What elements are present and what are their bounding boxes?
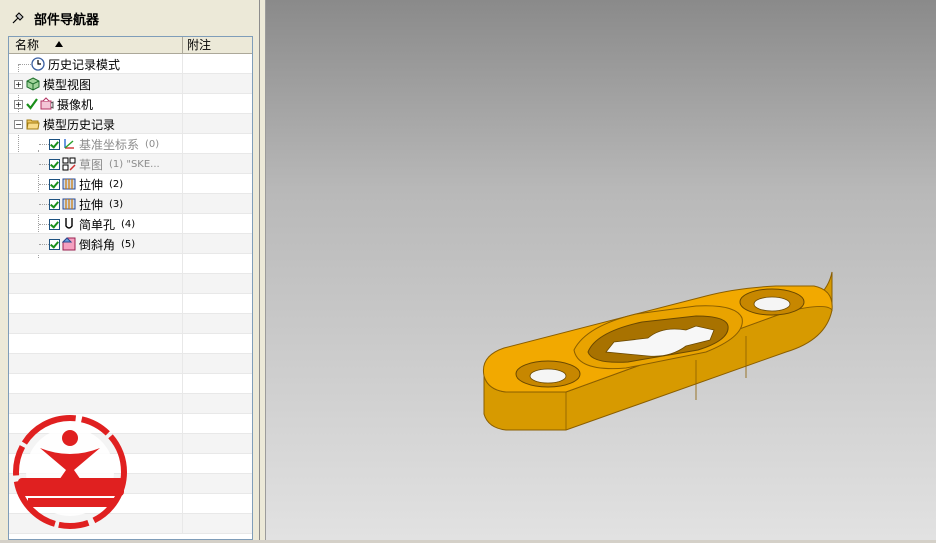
tree-row-cameras[interactable]: + 摄像机 [9,94,252,114]
item-number: (2) [109,178,124,190]
collapse-icon[interactable]: − [14,119,23,129]
item-label: 拉伸 [79,177,104,192]
item-label: 拉伸 [79,197,104,212]
visibility-checkbox[interactable] [49,178,60,190]
folder-open-icon [26,119,40,130]
expand-icon[interactable]: + [14,79,23,89]
item-number: (1) "SKE... [109,158,160,170]
visibility-checkbox[interactable] [49,138,60,150]
item-label: 摄像机 [57,97,94,112]
column-header-name[interactable]: 名称 [9,37,183,53]
empty-row [9,354,252,374]
empty-row [9,334,252,354]
empty-row [9,294,252,314]
tree-row-chamfer[interactable]: 倒斜角 (5) [9,234,252,254]
item-label: 模型历史记录 [43,117,116,132]
model-view-icon [26,77,40,91]
item-label: 简单孔 [79,217,116,232]
empty-row [9,254,252,274]
tree-row-extrude-2[interactable]: 拉伸 (2) [9,174,252,194]
column-header-note[interactable]: 附注 [183,37,252,53]
empty-row [9,314,252,334]
tree-row-model-views[interactable]: + 模型视图 [9,74,252,94]
ugsnx-logo [13,415,127,529]
navigator-title: 部件导航器 [34,12,100,28]
empty-row [9,274,252,294]
tree-row-extrude-3[interactable]: 拉伸 (3) [9,194,252,214]
chamfer-icon [62,237,76,251]
item-label: 历史记录模式 [48,57,121,72]
empty-row [9,374,252,394]
item-number: (3) [109,198,124,210]
hole-icon [65,218,73,229]
tree-row-datum-csys[interactable]: 基准坐标系 (0) [9,134,252,154]
tree-row-model-history[interactable]: − 模型历史记录 [9,114,252,134]
tree-row-history-mode[interactable]: 历史记录模式 [9,54,252,74]
item-label: 模型视图 [43,77,92,92]
pin-icon[interactable] [12,12,24,24]
graphics-viewport[interactable] [266,0,936,540]
visibility-checkbox[interactable] [49,218,60,230]
camera-icon [40,97,54,110]
item-label: 草图 [79,157,104,172]
visibility-checkbox[interactable] [49,238,60,250]
sketch-icon [62,157,76,171]
tree-header: 名称 附注 [9,37,252,54]
expand-icon[interactable]: + [14,99,23,109]
navigator-title-bar: 部件导航器 [0,0,258,36]
visibility-checkbox[interactable] [49,158,60,170]
sort-ascending-icon [55,41,63,47]
empty-row [9,394,252,414]
item-label: 基准坐标系 [79,137,140,152]
datum-csys-icon [64,139,74,149]
tree-row-sketch[interactable]: 草图 (1) "SKE... [9,154,252,174]
item-number: (0) [145,138,160,150]
clock-icon [31,57,45,71]
extrude-icon [62,178,76,190]
part-model-view[interactable] [266,0,936,540]
item-number: (5) [121,238,136,250]
tree-row-simple-hole[interactable]: 简单孔 (4) [9,214,252,234]
extrude-icon [62,198,76,210]
item-number: (4) [121,218,136,230]
checkmark-icon [26,98,38,110]
visibility-checkbox[interactable] [49,198,60,210]
item-label: 倒斜角 [79,237,116,252]
